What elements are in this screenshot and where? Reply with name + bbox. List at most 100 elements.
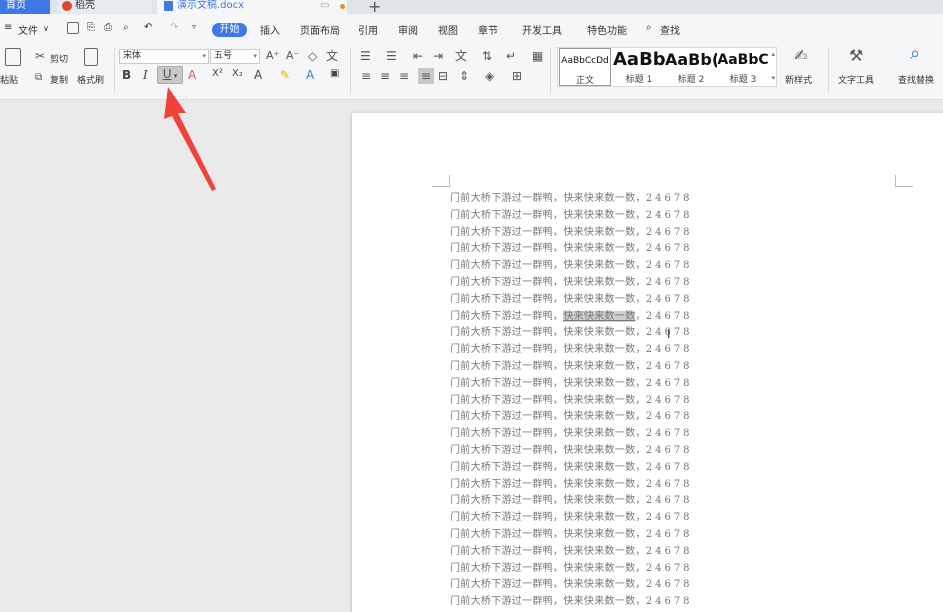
align-right-icon[interactable]: ≡ xyxy=(399,70,409,82)
bold-button[interactable]: B xyxy=(122,68,131,82)
align-left-icon[interactable]: ≡ xyxy=(361,70,371,82)
document-line[interactable]: 门前大桥下游过一群鸭，快来快来数一数，24678 xyxy=(450,393,693,410)
document-line[interactable]: 门前大桥下游过一群鸭，快来快来数一数，24678 xyxy=(450,409,693,426)
bullet-list-icon[interactable]: ☰ xyxy=(360,50,371,62)
italic-button[interactable]: I xyxy=(143,68,148,82)
hamburger-icon[interactable]: ≡ xyxy=(4,22,12,33)
document-line[interactable]: 门前大桥下游过一群鸭，快来快来数一数，24678 xyxy=(450,527,693,544)
document-line[interactable]: 门前大桥下游过一群鸭，快来快来数一数，24678 xyxy=(450,258,693,275)
font-color-icon[interactable]: A xyxy=(306,68,314,82)
format-painter-icon[interactable] xyxy=(84,48,98,66)
decrease-indent-icon[interactable]: ⇤ xyxy=(413,50,423,62)
redo-icon[interactable]: ↷ xyxy=(170,22,178,33)
document-page[interactable]: 门前大桥下游过一群鸭，快来快来数一数，24678 门前大桥下游过一群鸭，快来快来数… xyxy=(352,113,943,612)
scroll-up-icon[interactable]: ▴ xyxy=(771,50,775,58)
subscript-icon[interactable]: X₂ xyxy=(232,68,243,79)
grow-font-icon[interactable]: A⁺ xyxy=(266,50,279,62)
copy-button[interactable]: 复制 xyxy=(50,73,68,86)
justify-icon[interactable]: ≡ xyxy=(418,68,435,84)
document-line[interactable]: 门前大桥下游过一群鸭，快来快来数一数，24678 xyxy=(450,309,693,326)
new-style-icon[interactable]: ✍ xyxy=(794,48,807,64)
font-size-select[interactable]: 五号 ▾ xyxy=(210,49,260,64)
menu-references[interactable]: 引用 xyxy=(358,22,378,37)
document-line[interactable]: 门前大桥下游过一群鸭，快来快来数一数，24678 xyxy=(450,376,693,393)
copy-icon[interactable]: ⧉ xyxy=(35,72,42,84)
menu-page-layout[interactable]: 页面布局 xyxy=(300,22,340,37)
style-heading-2[interactable]: AaBb( 标题 2 xyxy=(665,48,717,86)
find-icon[interactable]: ⌕ xyxy=(910,45,920,63)
tab-home[interactable]: 首页 xyxy=(0,0,50,14)
export-icon[interactable]: ⎘ xyxy=(87,22,95,33)
menu-special[interactable]: 特色功能 xyxy=(587,22,627,37)
document-line[interactable]: 门前大桥下游过一群鸭，快来快来数一数，24678 xyxy=(450,359,693,376)
paste-button[interactable]: 粘贴 xyxy=(0,73,18,86)
style-heading-3[interactable]: AaBbC 标题 3 xyxy=(717,48,769,86)
print-icon[interactable]: ⎙ xyxy=(104,22,112,33)
shrink-font-icon[interactable]: A⁻ xyxy=(286,50,299,62)
paragraph-spacing-icon[interactable]: ⇕ xyxy=(459,70,469,82)
menu-start[interactable]: 开始 xyxy=(212,23,247,37)
strikethrough-icon[interactable]: A xyxy=(188,68,196,82)
document-line[interactable]: 门前大桥下游过一群鸭，快来快来数一数，24678 xyxy=(450,292,693,309)
distributed-icon[interactable]: ⊟ xyxy=(438,70,448,82)
style-heading-1[interactable]: AaBb 标题 1 xyxy=(613,48,665,86)
document-body[interactable]: 门前大桥下游过一群鸭，快来快来数一数，24678 门前大桥下游过一群鸭，快来快来数… xyxy=(450,191,693,611)
wrench-icon[interactable]: ⚒ xyxy=(849,48,863,64)
document-line[interactable]: 门前大桥下游过一群鸭，快来快来数一数，24678 xyxy=(450,493,693,510)
borders-icon[interactable]: ⊞ xyxy=(512,70,522,82)
chevron-down-icon[interactable]: ∨ xyxy=(43,24,49,33)
document-line[interactable]: 门前大桥下游过一群鸭，快来快来数一数，24678 xyxy=(450,460,693,477)
document-line[interactable]: 门前大桥下游过一群鸭，快来快来数一数，24678 xyxy=(450,275,693,292)
increase-indent-icon[interactable]: ⇥ xyxy=(433,50,443,62)
align-center-icon[interactable]: ≡ xyxy=(380,70,390,82)
menu-file[interactable]: 文件 xyxy=(18,22,38,37)
document-line[interactable]: 门前大桥下游过一群鸭，快来快来数一数，24678 xyxy=(450,561,693,578)
menu-review[interactable]: 审阅 xyxy=(398,22,418,37)
paste-icon[interactable] xyxy=(5,48,21,66)
phonetic-icon[interactable]: 文 xyxy=(326,50,338,62)
document-line[interactable]: 门前大桥下游过一群鸭，快来快来数一数，24678 xyxy=(450,544,693,561)
new-style-button[interactable]: 新样式 xyxy=(785,73,812,86)
char-border-icon[interactable]: ▣ xyxy=(330,68,339,79)
text-effect-icon[interactable]: A xyxy=(254,68,262,82)
save-icon[interactable] xyxy=(67,22,79,34)
superscript-icon[interactable]: X² xyxy=(212,68,223,79)
menu-view[interactable]: 视图 xyxy=(438,22,458,37)
menu-developer[interactable]: 开发工具 xyxy=(522,22,562,37)
document-line[interactable]: 门前大桥下游过一群鸭，快来快来数一数，24678 xyxy=(450,325,693,342)
highlight-icon[interactable]: ✎ xyxy=(280,68,290,82)
style-normal[interactable]: AaBbCcDd 正文 xyxy=(559,48,611,86)
document-line[interactable]: 门前大桥下游过一群鸭，快来快来数一数，24678 xyxy=(450,477,693,494)
preview-icon[interactable]: ⌕ xyxy=(123,22,129,33)
menu-search[interactable]: 查找 xyxy=(660,22,680,37)
cut-button[interactable]: 剪切 xyxy=(50,52,68,65)
menu-insert[interactable]: 插入 xyxy=(260,22,280,37)
font-name-select[interactable]: 宋体 ▾ xyxy=(119,49,209,64)
document-line[interactable]: 门前大桥下游过一群鸭，快来快来数一数，24678 xyxy=(450,225,693,242)
undo-icon[interactable]: ↶ xyxy=(144,22,152,33)
menu-section[interactable]: 章节 xyxy=(478,22,498,37)
clear-format-icon[interactable]: ◇ xyxy=(308,50,317,62)
document-line[interactable]: 门前大桥下游过一群鸭，快来快来数一数，24678 xyxy=(450,208,693,225)
chinese-layout-icon[interactable]: 文 xyxy=(455,50,467,62)
cut-icon[interactable]: ✂ xyxy=(35,50,45,62)
numbered-list-icon[interactable]: ☰ xyxy=(386,50,397,62)
scroll-down-icon[interactable]: ▾ xyxy=(771,74,775,82)
document-line[interactable]: 门前大桥下游过一群鸭，快来快来数一数，24678 xyxy=(450,191,693,208)
document-line[interactable]: 门前大桥下游过一群鸭，快来快来数一数，24678 xyxy=(450,426,693,443)
text-tools-button[interactable]: 文字工具 xyxy=(838,73,874,86)
tab-monitor-icon[interactable]: ▭ xyxy=(320,0,329,12)
customize-icon[interactable]: ▿ xyxy=(192,22,196,31)
document-line[interactable]: 门前大桥下游过一群鸭，快来快来数一数，24678 xyxy=(450,241,693,258)
document-line[interactable]: 门前大桥下游过一群鸭，快来快来数一数，24678 xyxy=(450,510,693,527)
find-replace-button[interactable]: 查找替换 xyxy=(898,73,934,86)
underline-button[interactable]: U ▾ xyxy=(157,66,183,84)
line-spacing-icon[interactable]: ↵ xyxy=(506,50,516,62)
table-icon[interactable]: ▦ xyxy=(532,50,543,62)
format-painter-button[interactable]: 格式刷 xyxy=(77,73,104,86)
shading-icon[interactable]: ◈ xyxy=(485,70,494,82)
document-line[interactable]: 门前大桥下游过一群鸭，快来快来数一数，24678 xyxy=(450,342,693,359)
search-icon[interactable]: ⌕ xyxy=(646,22,652,33)
document-line[interactable]: 门前大桥下游过一群鸭，快来快来数一数，24678 xyxy=(450,577,693,594)
tab-daoke[interactable]: 稻壳 xyxy=(57,0,152,14)
